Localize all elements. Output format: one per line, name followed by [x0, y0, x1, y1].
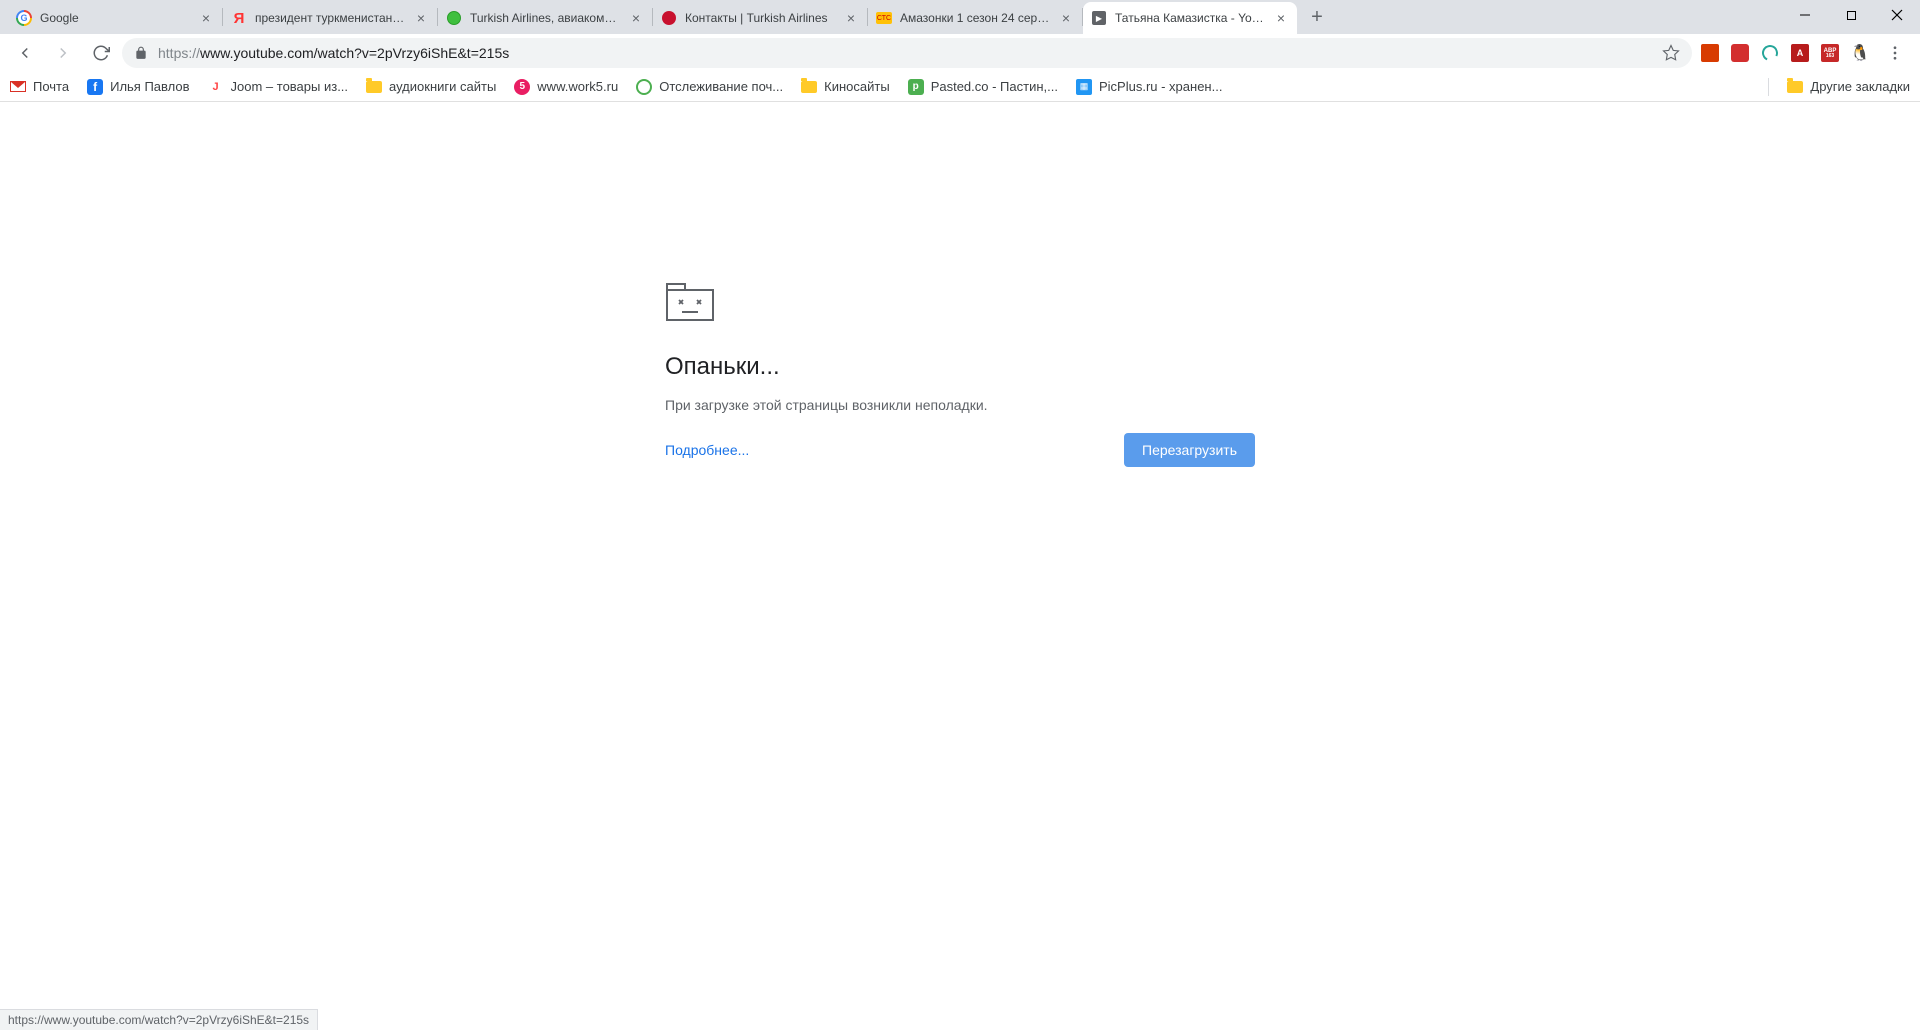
track-icon	[636, 79, 652, 95]
office-extension-icon[interactable]	[1700, 43, 1720, 63]
yandex-favicon: Я	[231, 10, 247, 26]
error-message: При загрузке этой страницы возникли непо…	[665, 397, 1255, 413]
tab[interactable]: Контакты | Turkish Airlines ×	[653, 2, 867, 34]
minimize-button[interactable]	[1782, 0, 1828, 30]
bookmark-item[interactable]: Киносайты	[801, 79, 890, 95]
tab-title: Амазонки 1 сезон 24 серия	[900, 11, 1050, 25]
close-tab-icon[interactable]: ×	[1273, 10, 1289, 26]
sad-folder-icon	[665, 282, 715, 322]
close-tab-icon[interactable]: ×	[843, 10, 859, 26]
red-extension-icon[interactable]	[1730, 43, 1750, 63]
extensions-area: A ABP163 🐧	[1696, 43, 1874, 63]
tab-title: президент туркменистана –	[255, 11, 405, 25]
close-tab-icon[interactable]: ×	[198, 10, 214, 26]
bookmark-label: www.work5.ru	[537, 79, 618, 94]
bookmarks-divider	[1768, 78, 1769, 96]
mail-icon	[10, 79, 26, 95]
bookmark-item[interactable]: Отслеживание поч...	[636, 79, 783, 95]
tab[interactable]: Turkish Airlines, авиакомпан ×	[438, 2, 652, 34]
bookmark-item[interactable]: ▦ PicPlus.ru - хранен...	[1076, 79, 1222, 95]
new-tab-button[interactable]: +	[1303, 3, 1331, 31]
bookmark-star-icon[interactable]	[1662, 44, 1680, 62]
close-tab-icon[interactable]: ×	[413, 10, 429, 26]
tab[interactable]: СТС Амазонки 1 сезон 24 серия ×	[868, 2, 1082, 34]
google-favicon	[16, 10, 32, 26]
ctc-favicon: СТС	[876, 10, 892, 26]
url-text: https://www.youtube.com/watch?v=2pVrzy6i…	[158, 45, 1652, 61]
w5-icon: 5	[514, 79, 530, 95]
close-tab-icon[interactable]: ×	[1058, 10, 1074, 26]
teal-extension-icon[interactable]	[1760, 43, 1780, 63]
youtube-favicon: ▶	[1091, 10, 1107, 26]
bookmark-item[interactable]: 5 www.work5.ru	[514, 79, 618, 95]
tab-title: Google	[40, 11, 190, 25]
bookmark-label: аудиокниги сайты	[389, 79, 496, 94]
pasted-icon: p	[908, 79, 924, 95]
close-window-button[interactable]	[1874, 0, 1920, 30]
lock-icon	[134, 46, 148, 60]
other-bookmarks-label: Другие закладки	[1810, 79, 1910, 94]
pic-icon: ▦	[1076, 79, 1092, 95]
joom-icon: J	[208, 79, 224, 95]
address-bar[interactable]: https://www.youtube.com/watch?v=2pVrzy6i…	[122, 38, 1692, 68]
folder-icon	[801, 79, 817, 95]
bookmark-item[interactable]: Почта	[10, 79, 69, 95]
thy-favicon	[661, 10, 677, 26]
learn-more-link[interactable]: Подробнее...	[665, 442, 749, 458]
sad-tab-interstitial: Опаньки... При загрузке этой страницы во…	[665, 282, 1255, 1030]
tab-title: Татьяна Камазистка - YouTu	[1115, 11, 1265, 25]
bookmark-item[interactable]: f Илья Павлов	[87, 79, 189, 95]
bookmark-item[interactable]: J Joom – товары из...	[208, 79, 349, 95]
forward-button[interactable]	[46, 36, 80, 70]
reload-button[interactable]	[84, 36, 118, 70]
tab-title: Контакты | Turkish Airlines	[685, 11, 835, 25]
other-bookmarks[interactable]: Другие закладки	[1787, 79, 1910, 95]
tab[interactable]: ▶ Татьяна Камазистка - YouTu ×	[1083, 2, 1297, 34]
bookmark-label: Joom – товары из...	[231, 79, 349, 94]
folder-icon	[366, 79, 382, 95]
maximize-button[interactable]	[1828, 0, 1874, 30]
bookmark-label: Киносайты	[824, 79, 890, 94]
bookmark-label: Почта	[33, 79, 69, 94]
linux-extension-icon[interactable]: 🐧	[1850, 43, 1870, 63]
close-tab-icon[interactable]: ×	[628, 10, 644, 26]
toolbar: https://www.youtube.com/watch?v=2pVrzy6i…	[0, 34, 1920, 72]
reload-page-button[interactable]: Перезагрузить	[1124, 433, 1255, 467]
bookmark-label: Илья Павлов	[110, 79, 189, 94]
tab-title: Turkish Airlines, авиакомпан	[470, 11, 620, 25]
chrome-menu-button[interactable]	[1878, 36, 1912, 70]
turkish-favicon	[446, 10, 462, 26]
back-button[interactable]	[8, 36, 42, 70]
error-title: Опаньки...	[665, 353, 1255, 381]
bookmark-item[interactable]: p Pasted.co - Пастин,...	[908, 79, 1058, 95]
adobe-extension-icon[interactable]: A	[1790, 43, 1810, 63]
bookmarks-bar: Почта f Илья Павлов J Joom – товары из... ауд…	[0, 72, 1920, 102]
folder-icon	[1787, 79, 1803, 95]
bookmark-label: Отслеживание поч...	[659, 79, 783, 94]
tab[interactable]: Google ×	[8, 2, 222, 34]
bookmark-label: PicPlus.ru - хранен...	[1099, 79, 1222, 94]
fb-icon: f	[87, 79, 103, 95]
tab-strip: Google ×Я президент туркменистана – × Tu…	[0, 0, 1920, 34]
bookmark-item[interactable]: аудиокниги сайты	[366, 79, 496, 95]
window-controls	[1782, 0, 1920, 30]
page-content: Опаньки... При загрузке этой страницы во…	[0, 102, 1920, 1030]
status-bar: https://www.youtube.com/watch?v=2pVrzy6i…	[0, 1009, 318, 1030]
tab[interactable]: Я президент туркменистана – ×	[223, 2, 437, 34]
bookmark-label: Pasted.co - Пастин,...	[931, 79, 1058, 94]
abp-extension-icon[interactable]: ABP163	[1820, 43, 1840, 63]
